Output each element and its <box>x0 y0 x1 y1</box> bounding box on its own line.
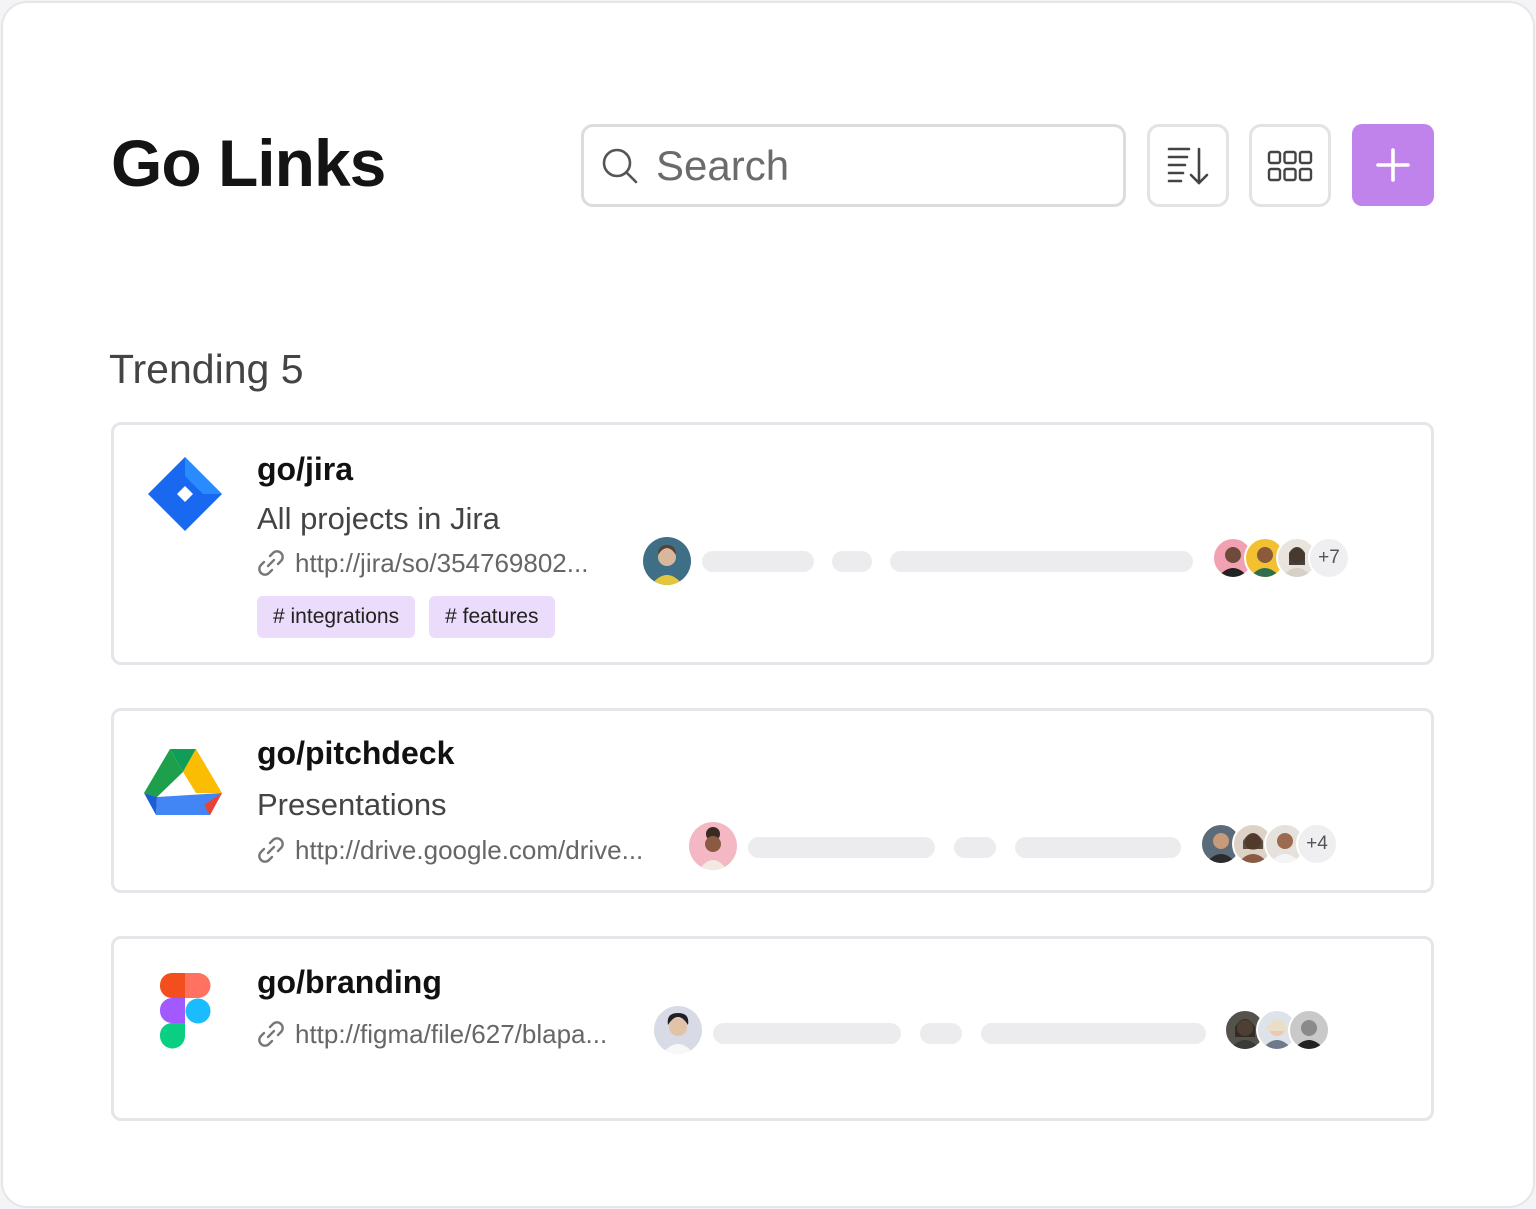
sort-icon <box>1167 147 1209 184</box>
placeholder-bar <box>713 1023 901 1044</box>
sort-button[interactable] <box>1147 124 1229 207</box>
add-link-button[interactable] <box>1352 124 1434 206</box>
link-url[interactable]: http://jira/so/354769802... <box>255 539 588 587</box>
google-drive-logo <box>144 749 222 815</box>
url-text: http://jira/so/354769802... <box>295 547 589 578</box>
owner-avatar[interactable] <box>643 537 691 585</box>
search-icon <box>602 148 638 183</box>
placeholder-bar <box>748 837 935 858</box>
owner-avatar[interactable] <box>654 1006 702 1054</box>
collaborator-avatars[interactable]: +4 <box>1200 823 1338 865</box>
placeholder-bar <box>890 551 1193 572</box>
url-text: http://drive.google.com/drive... <box>295 834 644 865</box>
link-name[interactable]: go/branding <box>257 964 442 1001</box>
more-collaborators-count[interactable]: +4 <box>1296 823 1338 865</box>
placeholder-bar <box>1015 837 1181 858</box>
collaborator-avatars[interactable] <box>1224 1009 1330 1051</box>
collaborator-avatars[interactable]: +7 <box>1212 537 1350 579</box>
link-icon <box>258 550 284 576</box>
link-card[interactable]: go/pitchdeck Presentations http://drive.… <box>111 708 1434 893</box>
link-name[interactable]: go/jira <box>257 451 353 488</box>
link-url[interactable]: http://drive.google.com/drive... <box>255 826 643 874</box>
link-url[interactable]: http://figma/file/627/blapa... <box>255 1010 607 1058</box>
link-description: All projects in Jira <box>257 501 500 536</box>
search-box[interactable] <box>581 124 1126 207</box>
jira-logo <box>148 457 222 531</box>
person-avatar-icon <box>699 827 727 870</box>
person-avatar-icon <box>662 1013 694 1054</box>
page-title: Go Links <box>111 126 386 200</box>
owner-avatar[interactable] <box>689 822 737 870</box>
link-name[interactable]: go/pitchdeck <box>257 735 454 772</box>
placeholder-bar <box>981 1023 1206 1044</box>
link-card[interactable]: go/branding http://figma/file/627/blapa.… <box>111 936 1434 1121</box>
grid-view-icon <box>1267 150 1313 181</box>
go-links-panel: Go Links Search Trending 5 go/jira All p… <box>1 1 1535 1208</box>
more-collaborators-count[interactable]: +7 <box>1308 537 1350 579</box>
search-input[interactable] <box>656 141 1086 190</box>
person-avatar-icon <box>651 545 683 585</box>
tag-list: # integrations # features <box>257 596 555 638</box>
placeholder-bar <box>702 551 814 572</box>
plus-icon <box>1376 148 1410 182</box>
avatar <box>1288 1009 1330 1051</box>
link-description: Presentations <box>257 787 447 822</box>
link-icon <box>258 837 284 863</box>
tag-chip[interactable]: # features <box>429 596 555 638</box>
link-card[interactable]: go/jira All projects in Jira http://jira… <box>111 422 1434 665</box>
placeholder-bar <box>920 1023 962 1044</box>
grid-view-button[interactable] <box>1249 124 1331 207</box>
link-icon <box>258 1021 284 1047</box>
figma-logo <box>159 973 211 1049</box>
section-title: Trending 5 <box>109 346 304 392</box>
placeholder-bar <box>954 837 996 858</box>
url-text: http://figma/file/627/blapa... <box>295 1018 608 1049</box>
tag-chip[interactable]: # integrations <box>257 596 416 638</box>
placeholder-bar <box>832 551 872 572</box>
